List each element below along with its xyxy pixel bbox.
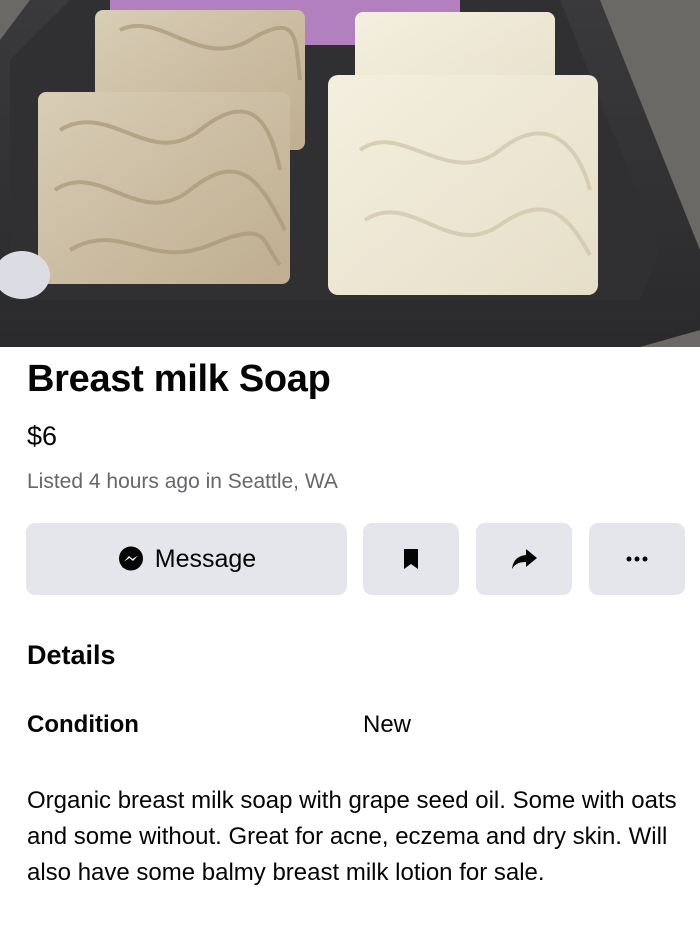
more-dots-icon bbox=[626, 556, 648, 562]
details-heading: Details bbox=[27, 640, 116, 670]
save-button[interactable] bbox=[363, 523, 459, 595]
share-button[interactable] bbox=[476, 523, 572, 595]
message-button-label: Message bbox=[154, 544, 257, 573]
messenger-icon bbox=[117, 545, 145, 573]
more-options-button[interactable] bbox=[589, 523, 685, 595]
condition-label: Condition bbox=[27, 711, 139, 738]
message-button[interactable]: Message bbox=[26, 523, 347, 595]
listing-meta: Listed 4 hours ago in Seattle, WA bbox=[27, 470, 338, 493]
listing-photo[interactable] bbox=[0, 0, 700, 347]
share-arrow-icon bbox=[510, 547, 538, 571]
bookmark-icon bbox=[402, 547, 420, 571]
listing-title: Breast milk Soap bbox=[27, 358, 331, 400]
listing-description: Organic breast milk soap with grape seed… bbox=[27, 787, 677, 886]
condition-value: New bbox=[363, 711, 412, 738]
listing-price: $6 bbox=[27, 421, 58, 451]
